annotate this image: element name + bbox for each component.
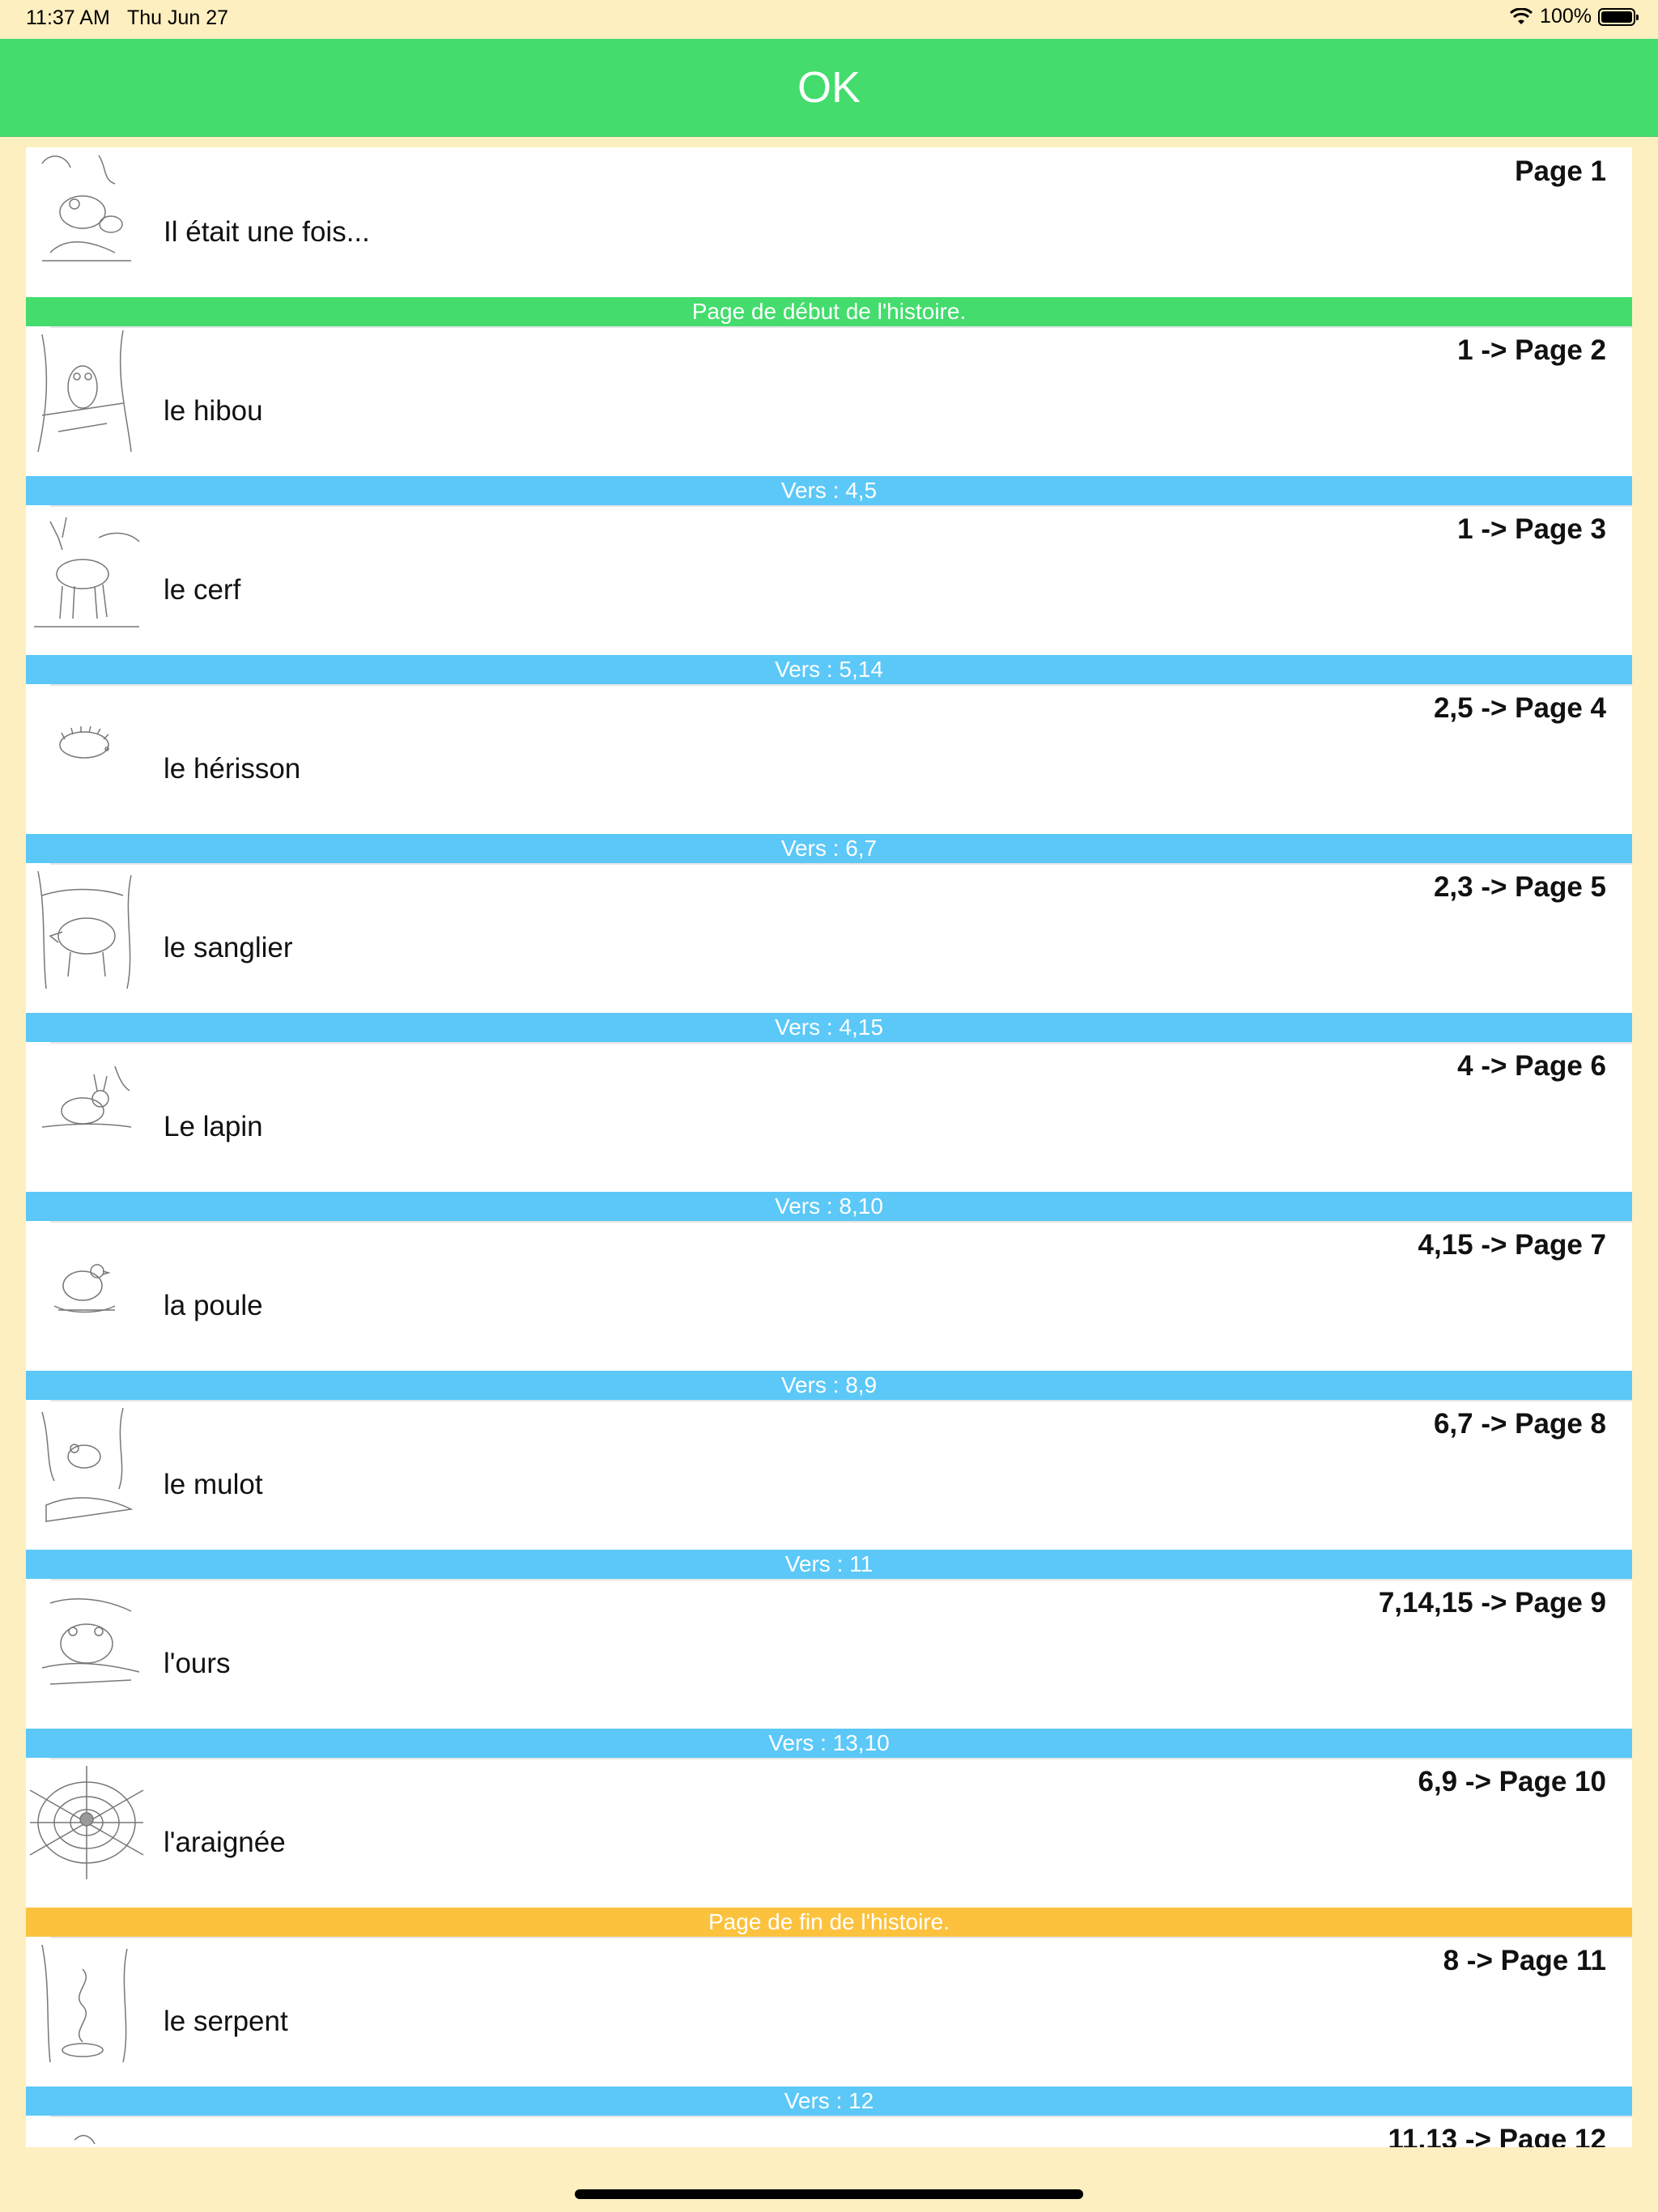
row-separator <box>50 684 1632 686</box>
mice-sketch-thumbnail <box>41 155 131 262</box>
hen-sketch-thumbnail <box>53 1264 116 1313</box>
row-page-label: Page 1 <box>1515 155 1606 187</box>
row-title: Le lapin <box>164 1111 263 1142</box>
row-title: le hérisson <box>164 753 301 785</box>
row-title: le sanglier <box>164 932 293 963</box>
list-item[interactable]: le mulot 6,7 -> Page 8 Vers : 11 <box>26 1400 1632 1579</box>
bear-sketch-thumbnail <box>41 1598 140 1685</box>
list-item[interactable]: le hibou 1 -> Page 2 Vers : 4,5 <box>26 326 1632 505</box>
row-title: l'ours <box>164 1648 231 1679</box>
list-item[interactable]: le hérisson 2,5 -> Page 4 Vers : 6,7 <box>26 684 1632 863</box>
status-bar: 11:37 AM Thu Jun 27 100% <box>0 0 1658 39</box>
row-title: le cerf <box>164 574 241 606</box>
row-page-label: 8 -> Page 11 <box>1443 1945 1606 1976</box>
row-banner: Vers : 8,9 <box>26 1371 1632 1400</box>
partial-sketch-thumbnail <box>74 2134 96 2145</box>
row-separator <box>50 1579 1632 1580</box>
row-banner: Vers : 4,5 <box>26 476 1632 505</box>
row-separator <box>50 1758 1632 1759</box>
row-page-label: 6,9 -> Page 10 <box>1418 1766 1606 1797</box>
battery-icon <box>1598 7 1639 26</box>
row-separator <box>50 505 1632 507</box>
owl-sketch-thumbnail <box>37 330 132 453</box>
row-separator <box>50 326 1632 328</box>
row-banner: Vers : 5,14 <box>26 655 1632 684</box>
status-time: 11:37 AM <box>26 6 110 29</box>
list-item[interactable]: l'ours 7,14,15 -> Page 9 Vers : 13,10 <box>26 1579 1632 1758</box>
row-page-label: 4,15 -> Page 7 <box>1418 1229 1606 1261</box>
row-title: la poule <box>164 1290 263 1321</box>
status-right: 100% <box>1509 5 1639 28</box>
row-separator <box>50 863 1632 865</box>
row-page-label: 4 -> Page 6 <box>1457 1050 1606 1082</box>
list-item[interactable]: Il était une fois... Page 1 Page de débu… <box>26 147 1632 326</box>
row-title: le hibou <box>164 395 263 427</box>
row-separator <box>50 1937 1632 1938</box>
ok-button[interactable]: OK <box>0 39 1658 137</box>
row-separator <box>50 1221 1632 1223</box>
list-item[interactable]: le cerf 1 -> Page 3 Vers : 5,14 <box>26 505 1632 684</box>
row-title: l'araignée <box>164 1827 286 1858</box>
rabbit-sketch-thumbnail <box>41 1066 132 1128</box>
row-separator <box>50 2116 1632 2117</box>
wifi-icon <box>1510 7 1533 24</box>
snake-sketch-thumbnail <box>41 1944 128 2063</box>
page-list[interactable]: Il était une fois... Page 1 Page de débu… <box>26 147 1632 2147</box>
row-page-label: 1 -> Page 3 <box>1457 513 1606 545</box>
fieldmouse-sketch-thumbnail <box>41 1407 134 1522</box>
row-title: le serpent <box>164 2006 288 2037</box>
row-title: Il était une fois... <box>164 216 370 248</box>
row-separator <box>50 1400 1632 1402</box>
status-date: Thu Jun 27 <box>127 6 229 29</box>
row-page-label: 1 -> Page 2 <box>1457 334 1606 366</box>
boar-sketch-thumbnail <box>37 870 132 989</box>
row-page-label: 11,13 -> Page 12 <box>1388 2124 1606 2147</box>
deer-sketch-thumbnail <box>34 517 140 627</box>
hedgehog-sketch-thumbnail <box>59 725 109 759</box>
row-title: le mulot <box>164 1469 263 1500</box>
list-item[interactable]: 11,13 -> Page 12 <box>26 2116 1632 2147</box>
row-banner: Vers : 8,10 <box>26 1192 1632 1221</box>
row-banner: Vers : 13,10 <box>26 1729 1632 1758</box>
row-banner: Vers : 6,7 <box>26 834 1632 863</box>
row-banner: Page de fin de l'histoire. <box>26 1908 1632 1937</box>
row-separator <box>50 1042 1632 1044</box>
row-banner: Vers : 12 <box>26 2087 1632 2116</box>
row-page-label: 2,3 -> Page 5 <box>1433 871 1606 903</box>
list-item[interactable]: l'araignée 6,9 -> Page 10 Page de fin de… <box>26 1758 1632 1937</box>
spider-sketch-thumbnail <box>29 1766 144 1879</box>
row-banner: Vers : 11 <box>26 1550 1632 1579</box>
row-page-label: 7,14,15 -> Page 9 <box>1378 1587 1606 1619</box>
list-item[interactable]: le serpent 8 -> Page 11 Vers : 12 <box>26 1937 1632 2116</box>
list-item[interactable]: Le lapin 4 -> Page 6 Vers : 8,10 <box>26 1042 1632 1221</box>
battery-percent: 100% <box>1540 5 1592 28</box>
list-item[interactable]: la poule 4,15 -> Page 7 Vers : 8,9 <box>26 1221 1632 1400</box>
row-banner: Vers : 4,15 <box>26 1013 1632 1042</box>
list-item[interactable]: le sanglier 2,3 -> Page 5 Vers : 4,15 <box>26 863 1632 1042</box>
home-indicator[interactable] <box>575 2189 1083 2199</box>
row-page-label: 2,5 -> Page 4 <box>1433 692 1606 724</box>
row-banner: Page de début de l'histoire. <box>26 297 1632 326</box>
row-page-label: 6,7 -> Page 8 <box>1433 1408 1606 1440</box>
